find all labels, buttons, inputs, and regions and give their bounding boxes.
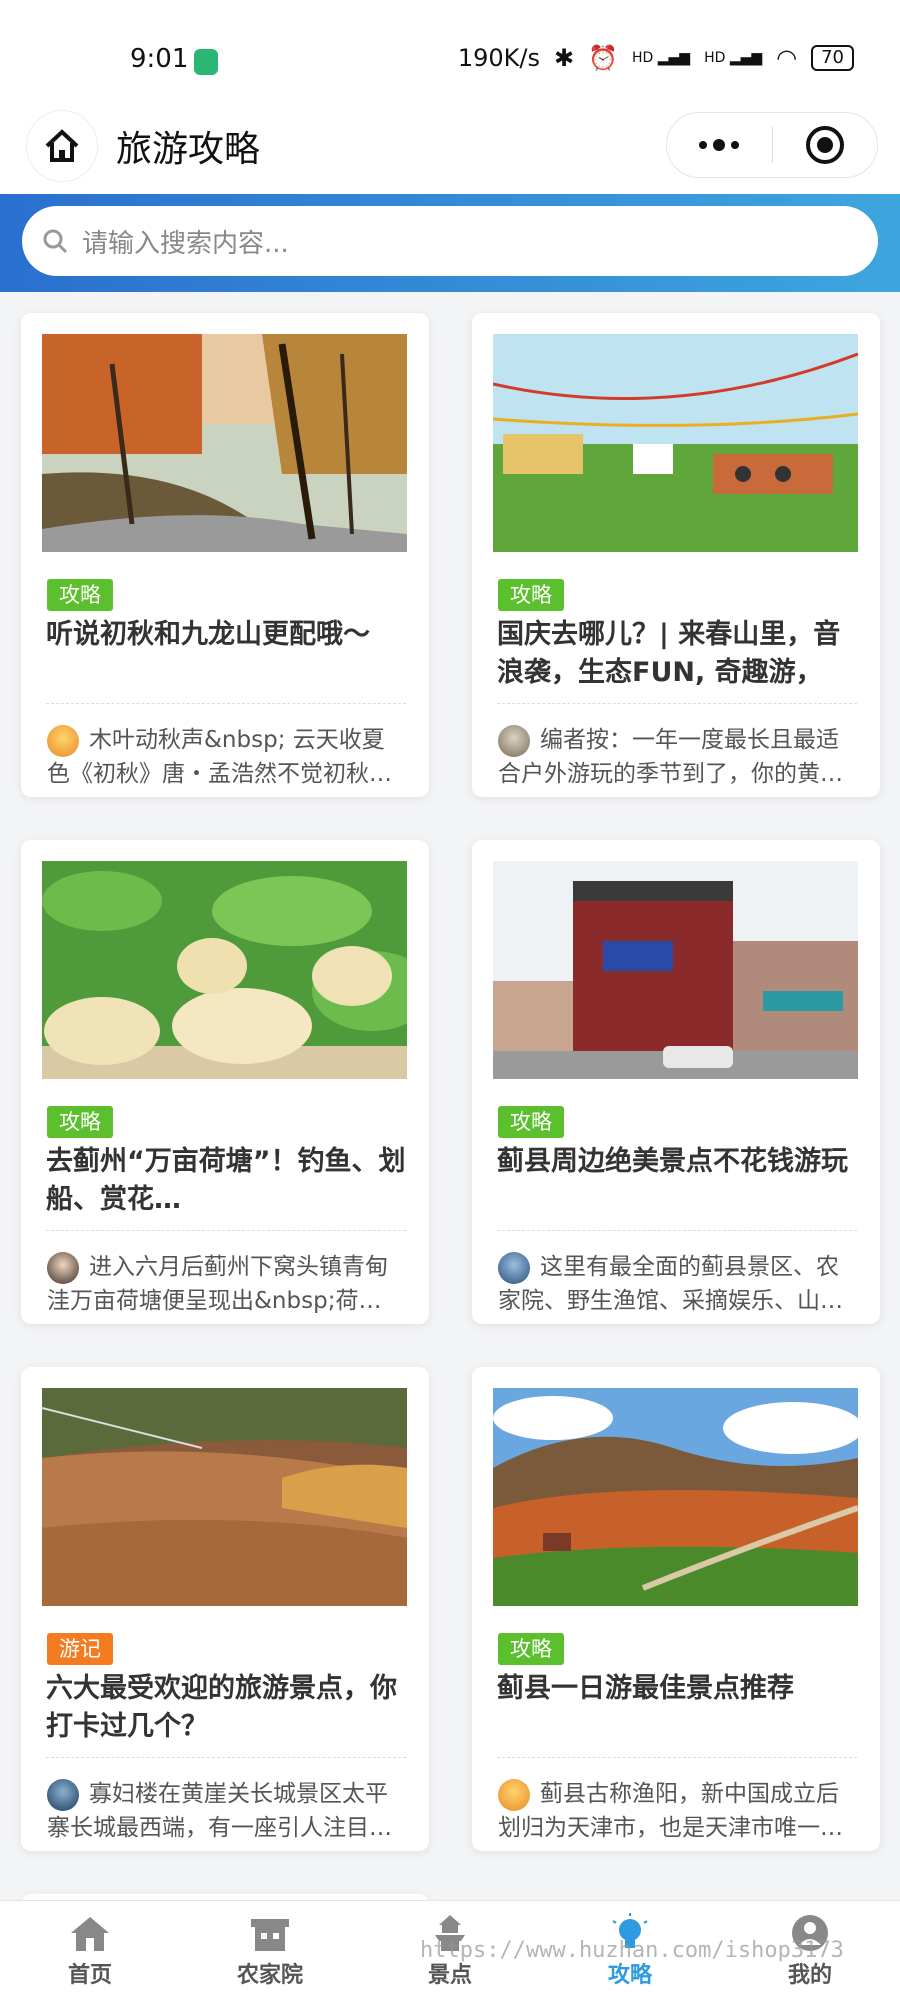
category-tag: 攻略 xyxy=(47,1106,113,1138)
bluetooth-icon: ✱ xyxy=(554,44,575,72)
article-image-festival xyxy=(493,334,858,552)
tab-farmhouse[interactable]: 农家院 xyxy=(180,1901,360,2001)
more-dots-icon xyxy=(699,139,740,151)
dashed-divider xyxy=(497,1230,857,1231)
category-tag: 攻略 xyxy=(498,1106,564,1138)
dashed-divider xyxy=(46,1757,406,1758)
article-excerpt: 寡妇楼在黄崖关长城景区太平寨长城最西端，有一座引人注目… xyxy=(47,1781,392,1841)
category-tag: 攻略 xyxy=(498,579,564,611)
category-tag: 攻略 xyxy=(498,1633,564,1665)
more-button[interactable] xyxy=(667,113,772,177)
home-icon xyxy=(45,129,79,162)
wifi-icon: ◠ xyxy=(776,44,798,72)
article-title: 听说初秋和九龙山更配哦～ xyxy=(46,619,370,650)
article-image-rock-canyon xyxy=(42,1388,407,1606)
article-excerpt: 这里有最全面的蓟县景区、农家院、野生渔馆、采摘娱乐、山… xyxy=(498,1254,843,1314)
article-image-autumn-road xyxy=(42,334,407,552)
shield-icon xyxy=(194,49,218,75)
article-excerpt: 木叶动秋声&nbsp; 云天收夏色《初秋》唐・孟浩然不觉初秋… xyxy=(47,727,392,787)
target-close-icon xyxy=(805,126,844,164)
article-excerpt: 进入六月后蓟州下窝头镇青甸洼万亩荷塘便呈现出&nbsp;荷… xyxy=(47,1254,388,1314)
close-miniprogram-button[interactable] xyxy=(773,113,878,177)
home-button[interactable] xyxy=(26,110,98,182)
net-speed: 190K/s xyxy=(457,44,541,72)
nav-bar: 旅游攻略 xyxy=(0,110,900,194)
tab-label: 首页 xyxy=(67,1963,112,1988)
page-title: 旅游攻略 xyxy=(116,129,261,170)
article-card[interactable]: 攻略 去蓟州“万亩荷塘”！钓鱼、划船、赏花… 进入六月后蓟州下窝头镇青甸洼万亩荷… xyxy=(21,840,429,1324)
article-title: 国庆去哪儿？| 来春山里，音浪袭，生态FUN, 奇趣游，纵… xyxy=(497,619,841,688)
status-bar: 9:01 190K/s ✱ ⏰ HD ▂▄▆ HD ▂▄▆ ◠ 70 xyxy=(0,0,900,110)
article-title: 蓟县一日游最佳景点推荐 xyxy=(497,1673,794,1704)
farmhouse-icon xyxy=(251,1919,289,1951)
search-placeholder: 请输入搜索内容... xyxy=(82,228,289,259)
home-icon xyxy=(71,1917,109,1951)
status-indicators: 190K/s ✱ ⏰ HD ▂▄▆ HD ▂▄▆ ◠ 70 xyxy=(458,44,854,72)
search-icon xyxy=(43,229,68,254)
article-excerpt: 蓟县古称渔阳，新中国成立后划归为天津市，也是天津市唯一… xyxy=(498,1781,843,1841)
article-card[interactable]: 攻略 蓟县一日游最佳景点推荐 蓟县古称渔阳，新中国成立后划归为天津市，也是天津市… xyxy=(472,1367,880,1851)
category-tag: 攻略 xyxy=(47,579,113,611)
article-card[interactable]: 游记 六大最受欢迎的旅游景点，你打卡过几个？ 寡妇楼在黄崖关长城景区太平寨长城最… xyxy=(21,1367,429,1851)
article-card[interactable]: 攻略 国庆去哪儿？| 来春山里，音浪袭，生态FUN, 奇趣游，纵… 编者按：一年… xyxy=(472,313,880,797)
dashed-divider xyxy=(497,1757,857,1758)
article-card[interactable]: 攻略 听说初秋和九龙山更配哦～ 木叶动秋声&nbsp; 云天收夏色《初秋》唐・孟… xyxy=(21,313,429,797)
dashed-divider xyxy=(46,703,406,704)
search-input[interactable]: 请输入搜索内容... xyxy=(22,206,878,276)
article-title: 去蓟州“万亩荷塘”！钓鱼、划船、赏花… xyxy=(46,1146,406,1215)
article-title: 六大最受欢迎的旅游景点，你打卡过几个？ xyxy=(46,1673,397,1742)
dashed-divider xyxy=(46,1230,406,1231)
signal-icon: HD ▂▄▆ xyxy=(632,50,691,66)
signal-icon-2: HD ▂▄▆ xyxy=(704,50,763,66)
mini-program-capsule xyxy=(666,112,878,178)
article-card[interactable]: 攻略 蓟县周边绝美景点不花钱游玩 这里有最全面的蓟县景区、农家院、野生渔馆、采摘… xyxy=(472,840,880,1324)
article-title: 蓟县周边绝美景点不花钱游玩 xyxy=(497,1146,848,1177)
status-time: 9:01 xyxy=(130,44,189,74)
article-excerpt: 编者按：一年一度最长且最适合户外游玩的季节到了，你的黄… xyxy=(498,727,843,787)
search-band: 请输入搜索内容... xyxy=(0,194,900,292)
tab-home[interactable]: 首页 xyxy=(0,1901,180,2001)
watermark: https://www.huzhan.com/ishop3173 xyxy=(420,1938,844,1963)
article-image-great-wall xyxy=(493,1388,858,1606)
article-image-street-building xyxy=(493,861,858,1079)
category-tag: 游记 xyxy=(47,1633,113,1665)
dashed-divider xyxy=(497,703,857,704)
battery-icon: 70 xyxy=(811,45,854,71)
tab-label: 农家院 xyxy=(236,1963,303,1988)
article-image-lotus-root xyxy=(42,861,407,1079)
alarm-icon: ⏰ xyxy=(588,44,619,72)
